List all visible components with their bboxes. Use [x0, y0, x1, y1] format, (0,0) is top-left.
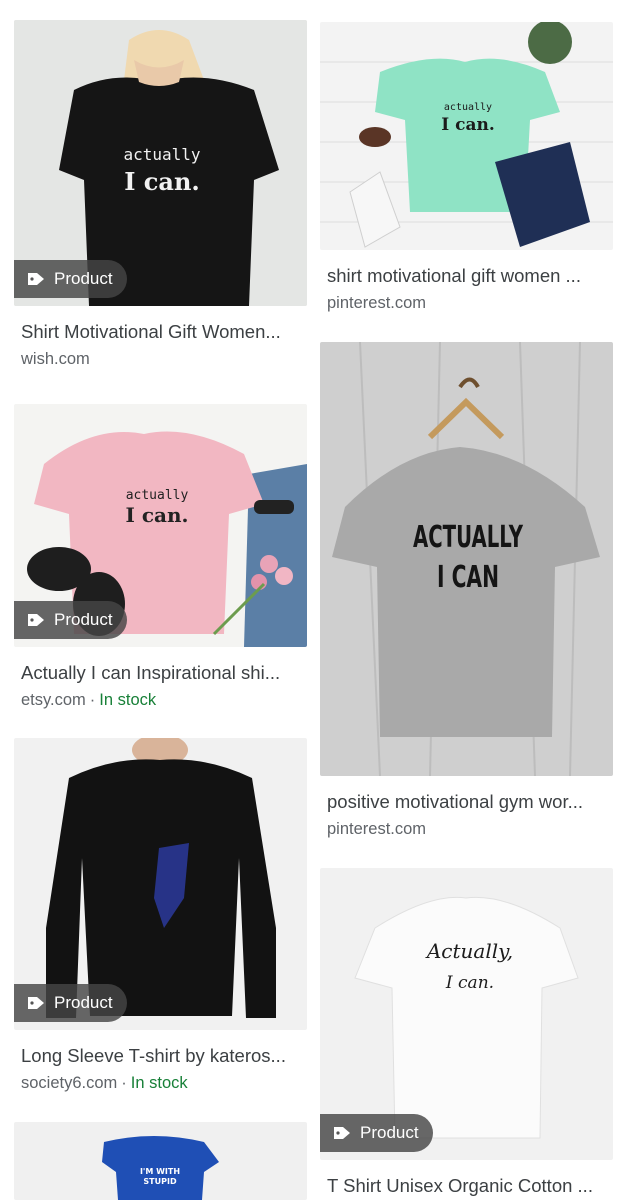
result-card[interactable]: actually I can. Product Shirt Motivation…	[14, 20, 307, 369]
product-badge: Product	[14, 260, 127, 298]
result-image[interactable]: actually I can. Product	[14, 404, 307, 647]
shirt-print-line2: I can.	[124, 167, 200, 196]
product-badge-label: Product	[54, 269, 113, 288]
separator-dot: ·	[89, 691, 96, 709]
source-domain: wish.com	[21, 350, 90, 368]
result-title[interactable]: positive motivational gym wor...	[320, 791, 605, 813]
tag-icon	[28, 614, 44, 626]
source-domain: society6.com	[21, 1074, 118, 1092]
shirt-print-line1: actually	[126, 488, 189, 503]
result-card[interactable]: ACTUALLY I CAN positive motivational gym…	[320, 342, 613, 839]
result-source: society6.com · In stock	[14, 1074, 307, 1093]
result-title[interactable]: T Shirt Unisex Organic Cotton ...	[320, 1175, 605, 1197]
result-image[interactable]: I'M WITH STUPID	[14, 1122, 307, 1200]
result-title[interactable]: Long Sleeve T-shirt by kateros...	[14, 1045, 299, 1067]
source-domain: pinterest.com	[327, 294, 427, 312]
product-badge: Product	[320, 1114, 433, 1152]
result-title[interactable]: Actually I can Inspirational shi...	[14, 662, 299, 684]
mint-shirt-photo: actually I can.	[320, 22, 613, 250]
shirt-print-line2: I can.	[441, 115, 495, 135]
shirt-print-line2: I can.	[126, 503, 189, 527]
result-image[interactable]: Product	[14, 738, 307, 1030]
result-image[interactable]: actually I can. Product	[14, 20, 307, 306]
product-badge-label: Product	[360, 1123, 419, 1142]
result-source: pinterest.com	[320, 294, 613, 313]
shirt-print-line1: ACTUALLY	[413, 520, 524, 555]
result-title[interactable]: shirt motivational gift women ...	[320, 265, 605, 287]
result-card[interactable]: actually I can. shirt motivational gift …	[320, 22, 613, 313]
shirt-print-line2: STUPID	[143, 1177, 177, 1186]
shirt-print-line1: Actually,	[425, 939, 513, 963]
source-domain: pinterest.com	[327, 820, 427, 838]
result-card[interactable]: actually I can. Product Actually I can I…	[14, 404, 307, 710]
result-source: pinterest.com	[320, 820, 613, 839]
tag-icon	[28, 273, 44, 285]
product-badge: Product	[14, 601, 127, 639]
shirt-print-line2: I can.	[445, 973, 494, 993]
result-card[interactable]: I'M WITH STUPID	[14, 1122, 307, 1200]
shirt-print-line2: I CAN	[437, 560, 499, 595]
stock-status: In stock	[99, 691, 157, 709]
result-image[interactable]: actually I can.	[320, 22, 613, 250]
shirt-print-line1: actually	[444, 102, 492, 113]
tag-icon	[28, 997, 44, 1009]
product-badge: Product	[14, 984, 127, 1022]
result-card[interactable]: Product Long Sleeve T-shirt by kateros..…	[14, 738, 307, 1093]
shirt-print-line1: I'M WITH	[140, 1167, 180, 1176]
gray-shirt-photo: ACTUALLY I CAN	[320, 342, 613, 776]
shirt-print-line1: actually	[123, 145, 200, 164]
source-domain: etsy.com	[21, 691, 86, 709]
separator-dot: ·	[121, 1074, 127, 1092]
result-image[interactable]: ACTUALLY I CAN	[320, 342, 613, 776]
tag-icon	[334, 1127, 350, 1139]
product-badge-label: Product	[54, 610, 113, 629]
product-badge-label: Product	[54, 993, 113, 1012]
result-card[interactable]: Actually, I can. Product T Shirt Unisex …	[320, 868, 613, 1197]
blue-shirt-photo: I'M WITH STUPID	[14, 1122, 307, 1200]
result-image[interactable]: Actually, I can. Product	[320, 868, 613, 1160]
result-source: etsy.com · In stock	[14, 691, 307, 710]
result-source: wish.com	[14, 350, 307, 369]
result-title[interactable]: Shirt Motivational Gift Women...	[14, 321, 299, 343]
stock-status: In stock	[130, 1074, 188, 1092]
